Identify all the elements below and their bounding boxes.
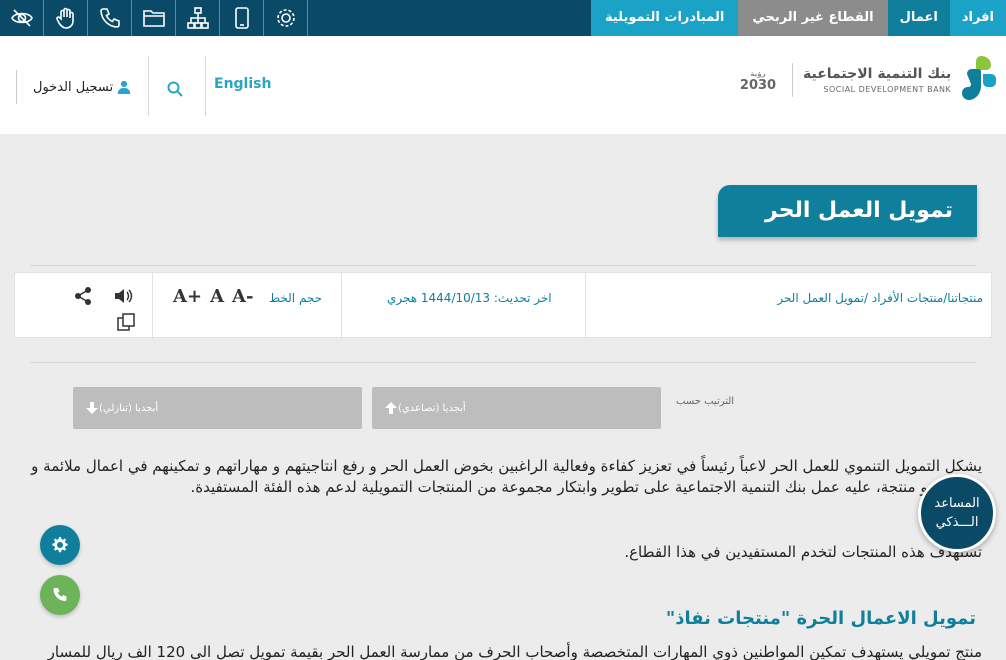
tab-individuals[interactable]: افراد <box>949 0 1006 36</box>
info-divider <box>341 273 342 339</box>
font-reset-button[interactable]: A <box>210 286 224 307</box>
page-title: تمويل العمل الحر <box>718 185 977 237</box>
smart-assistant-button[interactable]: المساعد الـــذكي <box>918 474 996 552</box>
hand-icon[interactable] <box>44 0 88 36</box>
site-logo[interactable]: رؤية 2030 بنك التنمية الاجتماعية SOCIAL … <box>736 52 999 108</box>
breadcrumb[interactable]: منتجاتنا/منتجات الأفراد /تمويل العمل الح… <box>777 291 983 305</box>
mobile-icon[interactable] <box>220 0 264 36</box>
audience-tabs: افراد اعمال القطاع غير الربحي المبادرات … <box>590 0 1006 36</box>
tab-business[interactable]: اعمال <box>887 0 950 36</box>
info-divider <box>152 273 153 339</box>
font-increase-button[interactable]: A+ <box>173 286 202 307</box>
settings-fab[interactable] <box>40 525 80 565</box>
gear-icon <box>52 537 68 553</box>
sort-ascending-button[interactable]: أبجديا (تصاعدي) <box>372 387 661 429</box>
assistant-label-line1: المساعد <box>934 496 980 511</box>
vision-year: 2030 <box>739 78 777 93</box>
sitemap-icon[interactable] <box>176 0 220 36</box>
sort-descending-button[interactable]: أبجديا (تنازلي) <box>73 387 362 429</box>
section-heading: تمويل الاعمال الحرة "منتجات نفاذ" <box>665 608 976 629</box>
header-divider <box>205 56 206 116</box>
font-decrease-button[interactable]: A- <box>232 286 253 307</box>
page-info-bar: منتجاتنا/منتجات الأفراد /تمويل العمل الح… <box>14 272 992 339</box>
speaker-icon[interactable] <box>112 285 134 307</box>
sort-ascending-label: أبجديا (تصاعدي) <box>398 402 466 414</box>
login-button[interactable]: تسجيل الدخول <box>16 70 131 104</box>
assistant-label-line2: الـــذكي <box>935 515 979 530</box>
search-button[interactable] <box>160 74 190 104</box>
bank-name: بنك التنمية الاجتماعية SOCIAL DEVELOPMEN… <box>803 66 951 94</box>
share-icon[interactable] <box>72 285 94 307</box>
vision-2030-logo: رؤية 2030 <box>736 65 780 95</box>
search-icon <box>167 81 183 97</box>
target-paragraph: تستهدف هذه المنتجات لتخدم المستفيدين في … <box>624 543 982 561</box>
phone-icon[interactable] <box>88 0 132 36</box>
logo-divider <box>792 63 793 97</box>
phone-icon <box>53 588 67 601</box>
login-label: تسجيل الدخول <box>33 79 114 95</box>
top-bar: افراد اعمال القطاع غير الربحي المبادرات … <box>0 0 1006 36</box>
bank-logo-mark <box>962 56 997 100</box>
bank-name-english: SOCIAL DEVELOPMENT BANK <box>823 85 952 94</box>
sort-label: الترتيب حسب <box>676 396 735 407</box>
phone-fab[interactable] <box>40 575 80 615</box>
bank-name-arabic: بنك التنمية الاجتماعية <box>803 66 952 82</box>
product-description: منتج تمويلي يستهدف تمكين المواطنين ذوي ا… <box>47 643 982 660</box>
tab-nonprofit[interactable]: القطاع غير الربحي <box>738 0 888 36</box>
copy-icon[interactable] <box>115 311 137 333</box>
font-size-controls: A+ A A- <box>173 286 253 307</box>
last-updated: اخر تحديث: 1444/10/13 هجري <box>387 291 552 305</box>
language-switch[interactable]: English <box>214 76 271 92</box>
header-divider <box>148 56 149 116</box>
divider <box>30 362 977 363</box>
accessibility-toolbar <box>0 0 308 36</box>
arrow-down-icon <box>86 402 98 414</box>
folder-icon[interactable] <box>132 0 176 36</box>
arrow-up-icon <box>385 402 397 414</box>
gear-icon[interactable] <box>264 0 308 36</box>
intro-paragraph: يشكل التمويل التنموي للعمل الحر لاعباً ر… <box>31 457 982 496</box>
tab-funding-initiatives[interactable]: المبادرات التمويلية <box>590 0 739 36</box>
eye-slash-icon[interactable] <box>0 0 44 36</box>
divider <box>30 265 977 266</box>
site-header: تسجيل الدخول English رؤية 2030 بنك التنم… <box>0 36 1006 134</box>
font-size-label: حجم الخط <box>269 291 323 305</box>
user-icon <box>117 80 131 94</box>
sort-descending-label: أبجديا (تنازلي) <box>99 402 159 414</box>
info-divider <box>585 273 586 339</box>
